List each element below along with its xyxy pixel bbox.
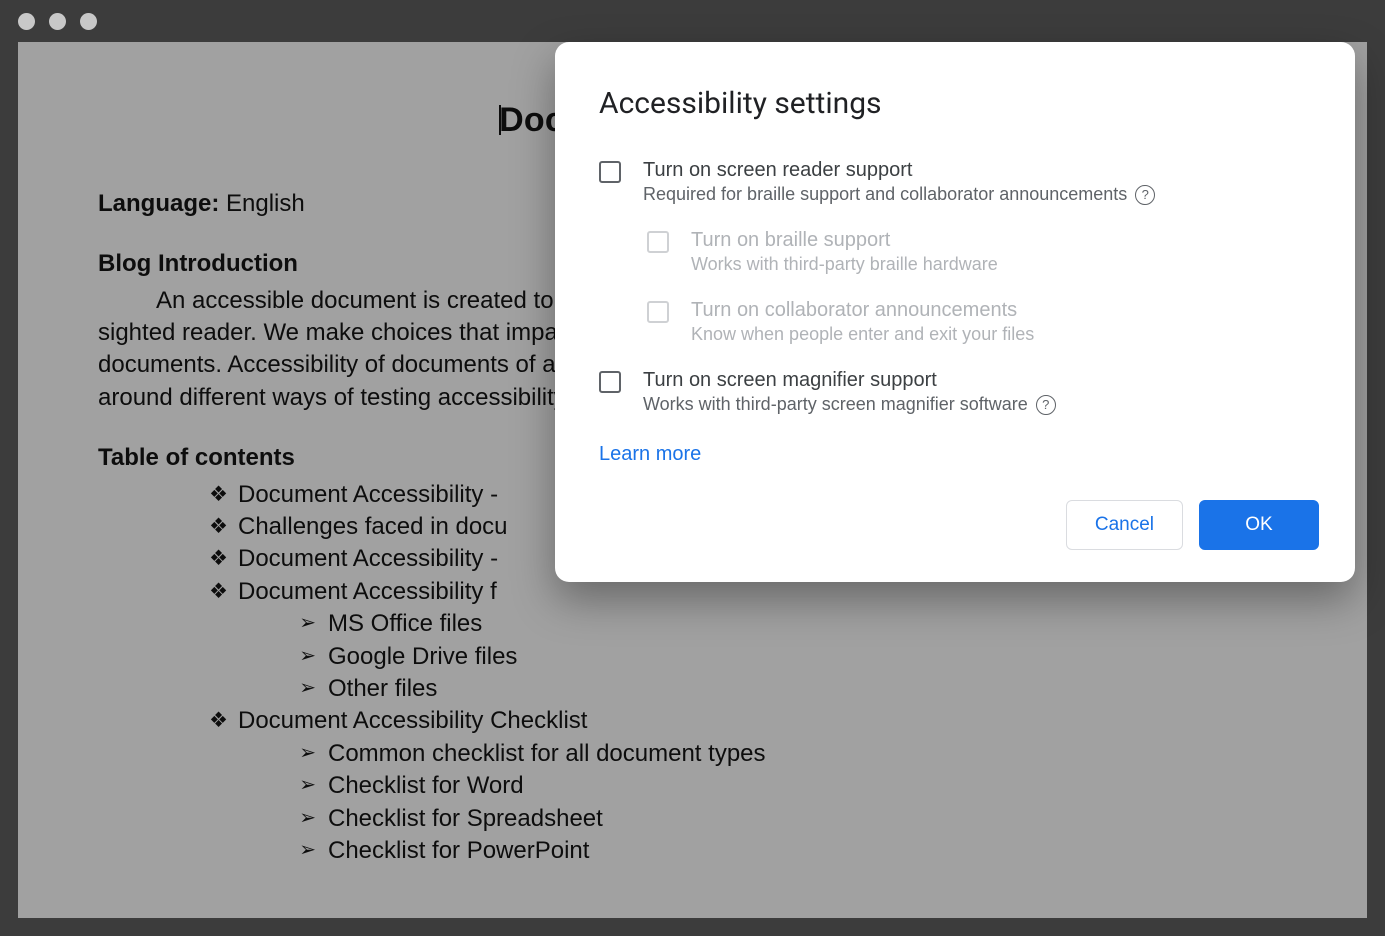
checkbox[interactable] (599, 161, 621, 183)
option-screen-reader[interactable]: Turn on screen reader support Required f… (599, 159, 1319, 205)
option-label: Turn on braille support (691, 229, 890, 252)
option-label: Turn on screen reader support (643, 159, 912, 182)
checkbox (647, 301, 669, 323)
option-description: Required for braille support and collabo… (643, 184, 1127, 205)
option-screen-magnifier[interactable]: Turn on screen magnifier support Works w… (599, 369, 1319, 415)
learn-more-link[interactable]: Learn more (599, 443, 701, 466)
checkbox[interactable] (599, 371, 621, 393)
help-icon[interactable]: ? (1036, 395, 1056, 415)
option-description: Works with third-party screen magnifier … (643, 394, 1028, 415)
window-minimize-button[interactable] (49, 13, 66, 30)
help-icon[interactable]: ? (1135, 185, 1155, 205)
window-maximize-button[interactable] (80, 13, 97, 30)
option-description: Know when people enter and exit your fil… (691, 324, 1034, 345)
dialog-actions: Cancel OK (599, 500, 1319, 550)
settings-list: Turn on screen reader support Required f… (599, 159, 1319, 415)
cancel-button[interactable]: Cancel (1066, 500, 1183, 550)
window-close-button[interactable] (18, 13, 35, 30)
checkbox (647, 231, 669, 253)
dialog-title: Accessibility settings (599, 86, 1319, 121)
option-label: Turn on screen magnifier support (643, 369, 937, 392)
option-collaborator-announcements: Turn on collaborator announcements Know … (599, 299, 1319, 345)
window-titlebar (0, 0, 1385, 42)
ok-button[interactable]: OK (1199, 500, 1319, 550)
option-label: Turn on collaborator announcements (691, 299, 1017, 322)
accessibility-settings-dialog: Accessibility settings Turn on screen re… (555, 42, 1355, 582)
option-description: Works with third-party braille hardware (691, 254, 998, 275)
option-braille: Turn on braille support Works with third… (599, 229, 1319, 275)
